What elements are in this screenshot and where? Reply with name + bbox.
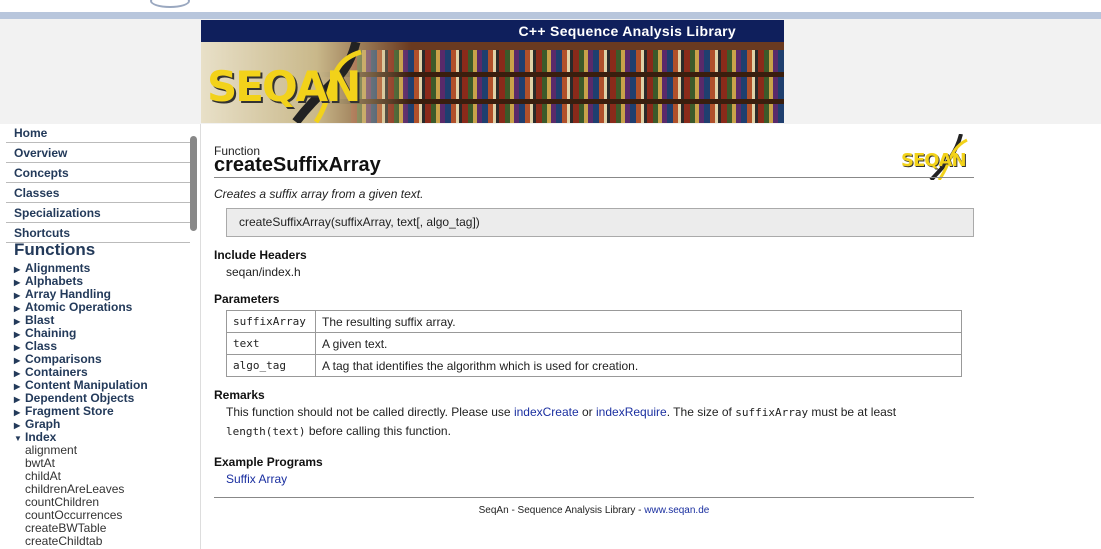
- footer: SeqAn - Sequence Analysis Library - www.…: [214, 505, 974, 516]
- footer-text: SeqAn - Sequence Analysis Library -: [478, 505, 645, 516]
- bookshelf-row: [351, 50, 784, 72]
- remarks-fragment: . The size of: [666, 405, 736, 419]
- remarks-text: This function should not be called direc…: [226, 403, 966, 441]
- sidebar: Home Overview Concepts Classes Specializ…: [0, 124, 201, 549]
- seqan-website-link[interactable]: www.seqan.de: [644, 505, 709, 516]
- remarks-heading: Remarks: [214, 388, 265, 402]
- nav-concepts[interactable]: Concepts: [6, 164, 190, 183]
- remarks-code: length(text): [226, 425, 306, 438]
- seqan-mini-logo[interactable]: SEQAN: [901, 134, 973, 180]
- nav-specializations[interactable]: Specializations: [6, 204, 190, 223]
- footer-divider: [214, 497, 974, 498]
- remarks-code: suffixArray: [735, 406, 809, 419]
- param-desc: A tag that identifies the algorithm whic…: [315, 354, 962, 377]
- tree-item[interactable]: createChildtab: [14, 535, 194, 548]
- example-programs-heading: Example Programs: [214, 455, 323, 469]
- nav-home[interactable]: Home: [6, 124, 190, 143]
- table-row: text A given text.: [226, 332, 962, 355]
- index-require-link[interactable]: indexRequire: [596, 405, 667, 419]
- banner-strip: C++ Sequence Analysis Library: [201, 20, 784, 42]
- main-content: Function createSuffixArray SEQAN Creates…: [201, 124, 1101, 549]
- table-row: suffixArray The resulting suffix array.: [226, 310, 962, 333]
- university-logo-icon: [150, 0, 190, 8]
- param-name: suffixArray: [226, 310, 316, 333]
- sidebar-nav-scrollbar[interactable]: [190, 136, 197, 231]
- nav-overview[interactable]: Overview: [6, 144, 190, 163]
- functions-heading: Functions: [14, 240, 96, 259]
- remarks-fragment: or: [578, 405, 597, 419]
- sidebar-nav: Home Overview Concepts Classes Specializ…: [6, 124, 190, 244]
- seqan-logo[interactable]: SEQAN: [207, 62, 361, 111]
- param-name: text: [226, 332, 316, 355]
- remarks-fragment: before calling this function.: [305, 424, 451, 438]
- param-desc: A given text.: [315, 332, 962, 355]
- bookshelf-row: [351, 77, 784, 99]
- top-bar: [0, 0, 1101, 19]
- function-summary: Creates a suffix array from a given text…: [214, 187, 424, 201]
- param-name: algo_tag: [226, 354, 316, 377]
- function-tree: ▶ Alignments ▶ Alphabets ▶ Array Handling ▶…: [14, 262, 194, 548]
- bookshelf-row: [351, 104, 784, 123]
- function-signature: createSuffixArray(suffixArray, text[, al…: [226, 208, 974, 237]
- remarks-fragment: This function should not be called direc…: [226, 405, 514, 419]
- title-divider: [214, 177, 974, 178]
- index-create-link[interactable]: indexCreate: [514, 405, 579, 419]
- mini-logo-text: SEQAN: [901, 150, 967, 171]
- parameters-table: suffixArray The resulting suffix array. …: [226, 310, 962, 377]
- top-divider: [0, 12, 1101, 19]
- param-desc: The resulting suffix array.: [315, 310, 962, 333]
- nav-classes[interactable]: Classes: [6, 184, 190, 203]
- collapse-triangle-icon: ▼: [14, 434, 22, 443]
- include-file: seqan/index.h: [226, 265, 301, 279]
- page-title: createSuffixArray: [214, 154, 381, 176]
- header-banner: C++ Sequence Analysis Library SEQAN: [201, 20, 784, 123]
- remarks-fragment: must be at least: [808, 405, 897, 419]
- banner-tagline: C++ Sequence Analysis Library: [518, 23, 736, 39]
- parameters-heading: Parameters: [214, 292, 280, 306]
- table-row: algo_tag A tag that identifies the algor…: [226, 354, 962, 377]
- suffix-array-example-link[interactable]: Suffix Array: [226, 472, 287, 486]
- include-headers-heading: Include Headers: [214, 248, 307, 262]
